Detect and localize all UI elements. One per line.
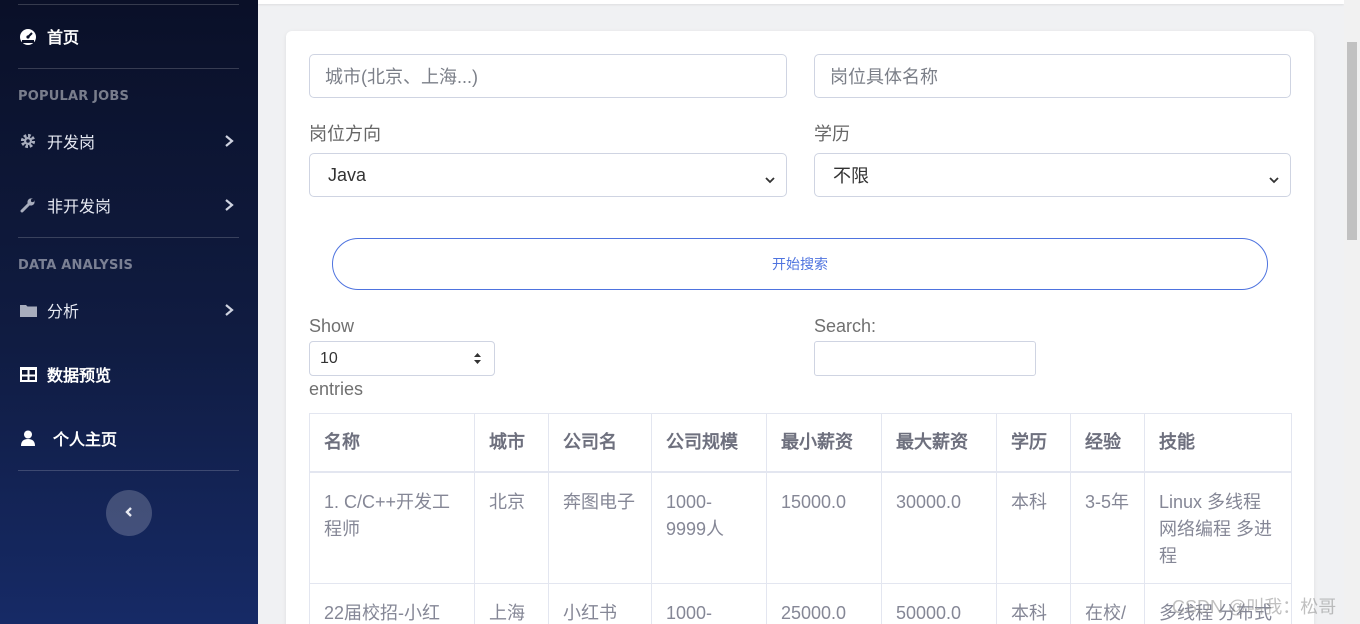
sidebar-divider [18,470,239,471]
sidebar-divider [18,4,239,5]
sidebar-item-label: 开发岗 [47,133,96,152]
section-heading-popular-jobs: POPULAR JOBS [18,89,130,104]
table-cell: 50000.0 [881,583,997,624]
column-header[interactable]: 学历 [996,413,1071,473]
table-icon [19,365,37,383]
table-cell: 奔图电子 [548,471,652,584]
chevron-right-icon [224,133,234,152]
user-icon [19,429,37,447]
sidebar-toggle-button[interactable] [106,490,152,536]
table-cell: 25000.0 [766,583,882,624]
education-select-value: 不限 [833,166,869,186]
table-cell: 本科 [996,583,1071,624]
sidebar-divider [18,237,239,238]
table-row: 22届校招-小红 上海 小红书 1000- 25000.0 50000.0 本科… [309,583,1292,624]
show-label: Show [309,316,355,336]
column-header[interactable]: 最大薪资 [881,413,997,473]
direction-label: 岗位方向 [309,124,381,144]
watermark: CSDN @叫我：松哥 [1172,597,1337,617]
table-row: 1. C/C++开发工程师 北京 奔图电子 1000-9999人 15000.0… [309,471,1292,584]
entries-length-select[interactable]: 10 [309,341,495,376]
table-cell: 1000-9999人 [651,471,767,584]
folder-icon [19,301,37,319]
table-cell: 30000.0 [881,471,997,584]
table-cell: 3-5年 [1070,471,1145,584]
direction-select[interactable]: Java [309,153,787,197]
sidebar-item-label: 分析 [47,302,80,321]
chevron-right-icon [224,197,234,216]
direction-select-value: Java [328,164,367,185]
sidebar-item-label: 非开发岗 [47,197,112,216]
search-card: 城市(北京、上海...) 岗位具体名称 岗位方向 学历 Java 不限 开始搜索… [286,31,1314,624]
sidebar-item-home[interactable]: 首页 [0,16,258,56]
column-header[interactable]: 公司规模 [651,413,767,473]
chevron-down-icon [764,169,776,190]
column-header[interactable]: 城市 [474,413,549,473]
table-cell: Linux 多线程 网络编程 多进程 [1144,471,1292,584]
table-cell: 22届校招-小红 [309,583,475,624]
dashboard-icon [19,27,37,45]
chevron-left-icon [124,504,134,523]
sidebar-item-analysis[interactable]: 分析 [0,290,258,330]
wrench-icon [19,196,37,214]
start-search-button[interactable]: 开始搜索 [332,238,1268,290]
table-search-input[interactable] [814,341,1036,376]
sidebar-item-profile[interactable]: 个人主页 [0,418,258,458]
education-label: 学历 [814,124,850,144]
column-header[interactable]: 最小薪资 [766,413,882,473]
table-cell: 1. C/C++开发工程师 [309,471,475,584]
table-cell: 本科 [996,471,1071,584]
column-header[interactable]: 技能 [1144,413,1292,473]
entries-label: entries [309,379,364,399]
sidebar-item-label: 个人主页 [53,430,118,449]
gear-icon [19,132,37,150]
column-header[interactable]: 名称 [309,413,475,473]
chevron-right-icon [224,302,234,321]
table-cell: 上海 [474,583,549,624]
search-label: Search: [814,316,877,336]
sort-updown-icon [473,351,482,371]
chevron-down-icon [1268,169,1280,190]
table-header-row: 名称 城市 公司名 公司规模 最小薪资 最大薪资 学历 经验 技能 [309,413,1292,473]
sidebar-item-label: 数据预览 [47,366,112,385]
job-name-input[interactable]: 岗位具体名称 [814,54,1291,98]
column-header[interactable]: 经验 [1070,413,1145,473]
table-cell: 北京 [474,471,549,584]
sidebar-item-data-preview[interactable]: 数据预览 [0,354,258,394]
page-scrollbar[interactable] [1344,0,1360,624]
sidebar-item-label: 首页 [47,28,80,47]
sidebar-item-dev-jobs[interactable]: 开发岗 [0,121,258,161]
jobs-table: 名称 城市 公司名 公司规模 最小薪资 最大薪资 学历 经验 技能 1. C/C… [309,413,1292,624]
topbar [258,0,1344,4]
column-header[interactable]: 公司名 [548,413,652,473]
table-cell: 在校/ [1070,583,1145,624]
sidebar-divider [18,68,239,69]
sidebar: 首页 POPULAR JOBS 开发岗 非开发岗 DATA ANALYSIS 分… [0,0,258,624]
table-cell: 15000.0 [766,471,882,584]
city-input[interactable]: 城市(北京、上海...) [309,54,787,98]
table-cell: 小红书 [548,583,652,624]
education-select[interactable]: 不限 [814,153,1291,197]
scrollbar-thumb[interactable] [1347,42,1357,240]
entries-length-value: 10 [320,349,338,367]
sidebar-item-non-dev-jobs[interactable]: 非开发岗 [0,185,258,225]
section-heading-data-analysis: DATA ANALYSIS [18,258,134,273]
table-cell: 1000- [651,583,767,624]
